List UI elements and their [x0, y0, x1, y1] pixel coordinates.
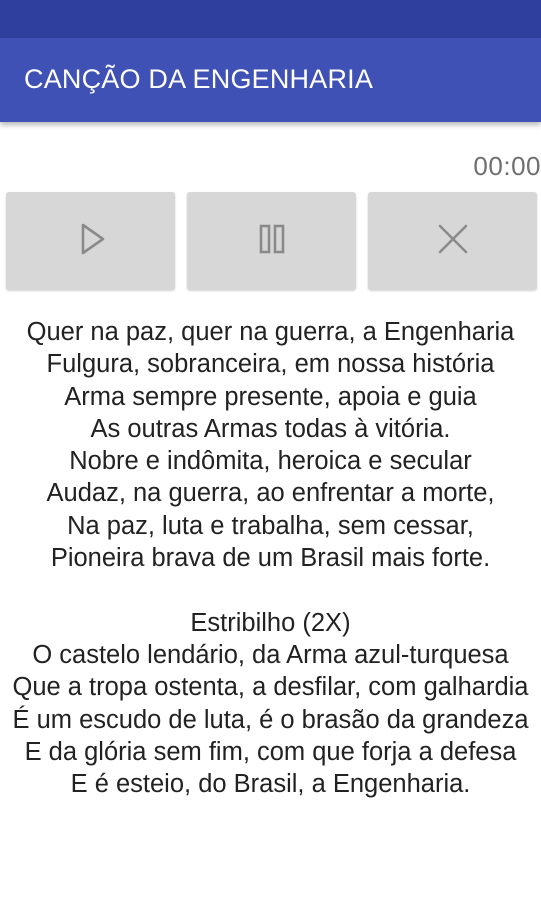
app-bar: CANÇÃO DA ENGENHARIA — [0, 38, 541, 122]
lyric-line: É um escudo de luta, é o brasão da grand… — [12, 705, 529, 734]
play-button[interactable] — [6, 192, 175, 290]
app-title: CANÇÃO DA ENGENHARIA — [24, 63, 374, 94]
lyric-line: Fulgura, sobranceira, em nossa história — [46, 350, 495, 379]
stop-button[interactable] — [368, 192, 537, 290]
pause-icon — [259, 224, 284, 254]
lyric-line: Pioneira brava de um Brasil mais forte. — [50, 544, 491, 573]
player-controls — [6, 192, 537, 290]
lyric-line: Na paz, luta e trabalha, sem cessar, — [67, 511, 474, 540]
pause-button[interactable] — [187, 192, 356, 290]
stanza-gap — [0, 574, 541, 606]
lyric-line: E da glória sem fim, com que forja a def… — [24, 737, 517, 766]
lyric-line: Audaz, na guerra, ao enfrentar a morte, — [46, 479, 495, 508]
lyric-line: As outras Armas todas à vitória. — [90, 414, 451, 443]
close-icon — [438, 224, 467, 254]
lyric-line: Que a tropa ostenta, a desfilar, com gal… — [12, 673, 529, 702]
lyric-line: O castelo lendário, da Arma azul-turques… — [32, 640, 509, 669]
lyric-line: E é esteio, do Brasil, a Engenharia. — [70, 770, 471, 799]
play-icon — [81, 223, 104, 255]
chorus-heading: Estribilho (2X) — [190, 608, 351, 637]
lyric-line: Arma sempre presente, apoia e guia — [64, 382, 477, 411]
time-readout: 00:00 — [473, 151, 541, 181]
lyric-line: Nobre e indômita, heroica e secular — [69, 447, 472, 476]
status-bar — [0, 0, 541, 38]
lyric-line: Quer na paz, quer na guerra, a Engenhari… — [26, 318, 515, 346]
lyrics-text: Quer na paz, quer na guerra, a Engenhari… — [0, 316, 541, 800]
